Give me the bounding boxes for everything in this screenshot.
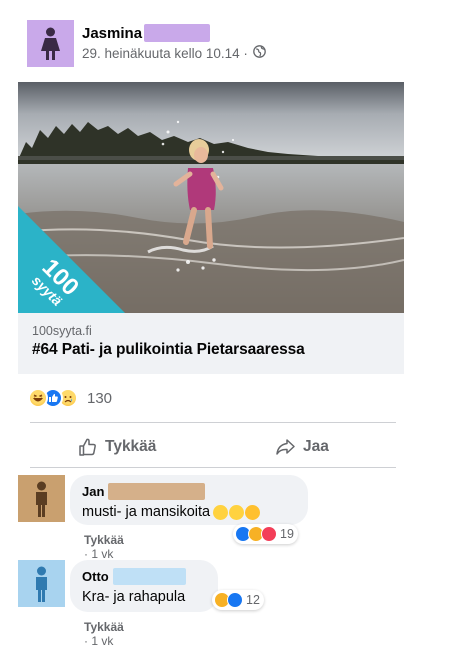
post-header: Jasmina 29. heinäkuuta kello 10.14 · — [27, 20, 266, 67]
comment-time[interactable]: 1 vk — [91, 634, 113, 648]
person-male-icon — [36, 481, 47, 517]
comment-footer: Tykkää · 1 vk — [84, 533, 124, 561]
beach-photo: 100 syytä — [18, 82, 404, 313]
like-label: Tykkää — [105, 438, 157, 455]
love-icon — [261, 526, 277, 542]
reaction-count[interactable]: 130 — [87, 390, 112, 407]
share-button[interactable]: Jaa — [275, 436, 329, 458]
author-avatar[interactable] — [27, 20, 74, 67]
comment-text: Kra- ja rahapula — [82, 589, 186, 605]
post-date[interactable]: 29. heinäkuuta kello 10.14 · — [82, 46, 248, 61]
comment-time[interactable]: 1 vk — [91, 547, 113, 561]
comment-bubble: Jan musti- ja mansikoita — [70, 475, 308, 525]
redacted-surname — [108, 483, 206, 500]
comment-reaction-count: 19 — [280, 527, 294, 541]
comment-reactions[interactable]: 12 — [212, 590, 264, 610]
person-female-icon — [41, 27, 60, 60]
haha-icon — [28, 388, 48, 408]
share-label: Jaa — [303, 438, 329, 455]
comment-like-link[interactable]: Tykkää — [84, 620, 124, 634]
comment-footer: Tykkää · 1 vk — [84, 620, 124, 648]
rolling-laughing-emoji-icon — [245, 504, 261, 520]
share-icon — [276, 439, 295, 455]
thumbs-up-icon — [79, 438, 96, 456]
globe-icon — [253, 45, 266, 61]
comment-author[interactable]: Jan — [82, 484, 104, 499]
comment-text: musti- ja mansikoita — [82, 504, 211, 520]
comment-author[interactable]: Otto — [82, 569, 109, 584]
redacted-surname — [112, 568, 186, 585]
divider — [30, 467, 396, 468]
redacted-surname — [144, 24, 211, 42]
comment-reaction-count: 12 — [246, 593, 260, 607]
person-male-icon — [36, 566, 47, 602]
like-button[interactable]: Tykkää — [78, 436, 156, 458]
comment-avatar[interactable] — [18, 560, 65, 607]
like-icon — [227, 592, 243, 608]
link-domain: 100syyta.fi — [32, 324, 92, 338]
grinning-emoji-icon — [213, 504, 229, 520]
comment-reactions[interactable]: 19 — [233, 524, 298, 544]
comment-bubble: Otto Kra- ja rahapula — [70, 560, 218, 612]
grinning-emoji-icon — [229, 504, 245, 520]
comment-like-link[interactable]: Tykkää — [84, 533, 124, 547]
reactions-summary[interactable]: 130 — [28, 388, 112, 408]
link-title[interactable]: #64 Pati- ja pulikointia Pietarsaaressa — [32, 341, 392, 359]
comment-avatar[interactable] — [18, 475, 65, 522]
link-preview-card[interactable]: 100 syytä 100syyta.fi #64 Pati- ja pulik… — [18, 82, 404, 374]
divider — [30, 422, 396, 423]
link-preview-image[interactable]: 100 syytä — [18, 82, 404, 313]
author-name[interactable]: Jasmina — [82, 25, 142, 42]
